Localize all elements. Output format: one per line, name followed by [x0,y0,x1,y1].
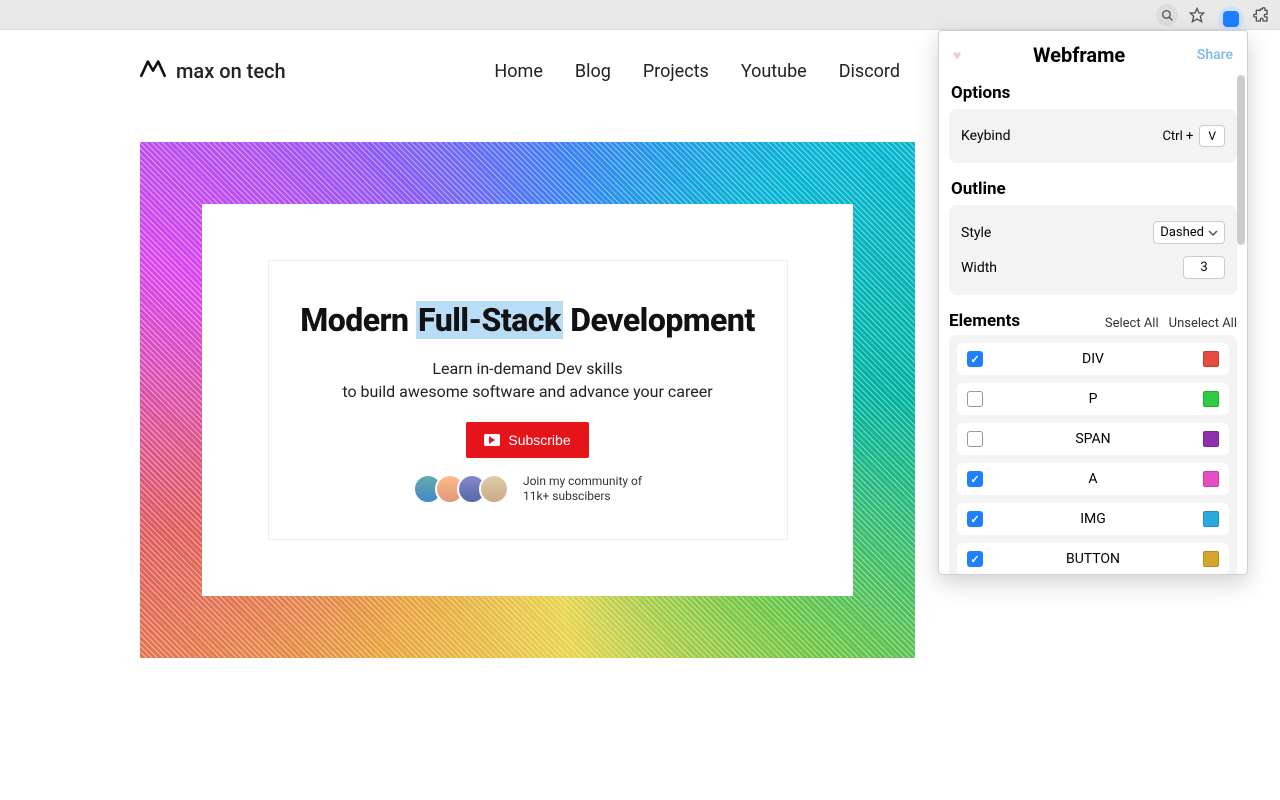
element-row: P [957,383,1229,415]
webframe-panel: ♥ Webframe Share Options Keybind Ctrl + … [938,30,1248,575]
nav-blog[interactable]: Blog [575,61,611,82]
extensions-puzzle-icon[interactable] [1250,4,1272,26]
style-label: Style [961,225,991,241]
hero-title-post: Development [563,301,755,339]
share-link[interactable]: Share [1197,47,1233,63]
element-label: SPAN [983,431,1203,447]
community-line1: Join my community of [523,474,642,488]
width-label: Width [961,260,997,276]
element-label: BUTTON [983,551,1203,567]
elements-heading: Elements [949,311,1020,331]
bookmark-star-icon[interactable] [1186,4,1208,26]
element-label: IMG [983,511,1203,527]
subscribe-button[interactable]: Subscribe [466,422,588,458]
element-color-swatch[interactable] [1203,431,1219,447]
element-color-swatch[interactable] [1203,511,1219,527]
zoom-icon[interactable] [1156,4,1178,26]
webframe-extension-icon[interactable] [1218,6,1244,32]
community-row: Join my community of 11k+ subscibers [299,474,757,505]
element-checkbox[interactable] [967,391,983,407]
main-nav: Home Blog Projects Youtube Discord [494,61,900,82]
element-row: A [957,463,1229,495]
select-all-link[interactable]: Select All [1105,316,1159,331]
element-label: P [983,391,1203,407]
element-checkbox[interactable] [967,551,983,567]
hero-title-highlight: Full-Stack [416,301,563,339]
outline-heading: Outline [949,173,1237,205]
hero-card: Modern Full-Stack Development Learn in-d… [268,260,788,540]
browser-chrome-bar [0,0,1280,30]
keybind-label: Keybind [961,128,1010,144]
element-row: IMG [957,503,1229,535]
chevron-down-icon [1208,228,1218,238]
nav-projects[interactable]: Projects [643,61,709,82]
keybind-prefix: Ctrl + [1162,129,1193,144]
avatar-stack [413,474,509,504]
logo-mark-icon [140,58,166,84]
hero-title-pre: Modern [300,301,416,339]
element-color-swatch[interactable] [1203,551,1219,567]
community-line2: 11k+ subscibers [523,489,611,503]
subscribe-label: Subscribe [508,432,570,448]
element-checkbox[interactable] [967,471,983,487]
element-checkbox[interactable] [967,511,983,527]
element-color-swatch[interactable] [1203,351,1219,367]
community-text: Join my community of 11k+ subscibers [523,474,642,505]
element-row: SPAN [957,423,1229,455]
element-checkbox[interactable] [967,351,983,367]
style-select[interactable]: Dashed [1153,221,1225,244]
width-input[interactable]: 3 [1183,256,1225,279]
style-value: Dashed [1160,225,1204,240]
element-checkbox[interactable] [967,431,983,447]
element-label: DIV [983,351,1203,367]
panel-title: Webframe [961,43,1197,67]
hero-title: Modern Full-Stack Development [299,301,757,339]
elements-list: DIV P SPAN A IMG BUTTON [949,335,1237,575]
element-label: A [983,471,1203,487]
logo-text: max on tech [176,59,286,83]
site-logo[interactable]: max on tech [140,58,286,84]
keybind-key-input[interactable]: V [1199,125,1225,147]
hero-gradient-frame: Modern Full-Stack Development Learn in-d… [140,142,915,658]
youtube-icon [484,434,500,446]
heart-icon[interactable]: ♥ [953,47,961,64]
element-color-swatch[interactable] [1203,391,1219,407]
nav-discord[interactable]: Discord [839,61,900,82]
element-color-swatch[interactable] [1203,471,1219,487]
nav-home[interactable]: Home [494,61,542,82]
element-row: DIV [957,343,1229,375]
avatar [479,474,509,504]
hero-subtitle-line1: Learn in-demand Dev skills [432,359,622,378]
element-row: BUTTON [957,543,1229,575]
options-heading: Options [949,77,1237,109]
hero-white-panel: Modern Full-Stack Development Learn in-d… [202,204,853,596]
nav-youtube[interactable]: Youtube [741,61,807,82]
unselect-all-link[interactable]: Unselect All [1169,316,1237,331]
hero-subtitle-line2: to build awesome software and advance yo… [342,382,712,401]
hero-subtitle: Learn in-demand Dev skills to build awes… [299,357,757,403]
